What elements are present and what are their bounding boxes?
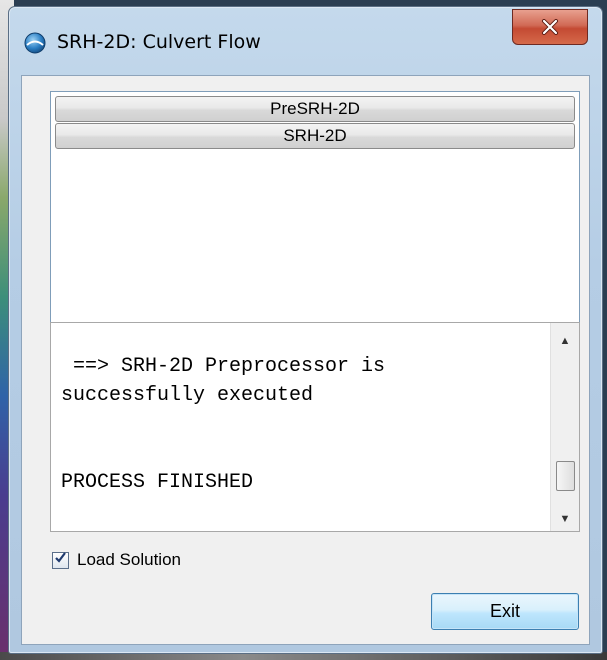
dialog-window: SRH-2D: Culvert Flow PreSRH-2D SRH-2D ==… <box>8 6 603 654</box>
load-solution-label: Load Solution <box>77 550 181 569</box>
log-line: ==> SRH-2D Preprocessor is <box>61 355 386 378</box>
list-button-label: SRH-2D <box>283 126 347 145</box>
close-button[interactable] <box>512 9 588 45</box>
window-title: SRH-2D: Culvert Flow <box>57 31 261 53</box>
log-line: successfully executed <box>61 384 314 407</box>
list-button-label: PreSRH-2D <box>270 99 360 118</box>
globe-app-icon <box>24 32 46 54</box>
exit-button-label: Exit <box>489 601 520 621</box>
exit-button[interactable]: Exit <box>431 593 579 630</box>
output-log[interactable]: ==> SRH-2D Preprocessor is successfully … <box>50 322 580 532</box>
log-scrollbar[interactable]: ▲ ▼ <box>550 323 579 531</box>
arrow-down-icon: ▼ <box>559 513 571 525</box>
scroll-down-button[interactable]: ▼ <box>551 507 579 531</box>
title-bar[interactable]: SRH-2D: Culvert Flow <box>9 7 602 75</box>
list-button-presrh2d[interactable]: PreSRH-2D <box>55 96 575 122</box>
load-solution-checkbox[interactable] <box>52 551 69 569</box>
load-solution-option[interactable]: Load Solution <box>52 548 181 572</box>
list-button-srh2d[interactable]: SRH-2D <box>55 123 575 149</box>
scroll-up-button[interactable]: ▲ <box>551 329 579 353</box>
output-log-text: ==> SRH-2D Preprocessor is successfully … <box>61 323 541 529</box>
dialog-client-area: PreSRH-2D SRH-2D ==> SRH-2D Preprocessor… <box>21 75 590 645</box>
process-list: PreSRH-2D SRH-2D <box>50 91 580 323</box>
scroll-thumb[interactable] <box>556 461 575 491</box>
close-x-icon <box>541 19 559 35</box>
arrow-up-icon: ▲ <box>559 335 571 347</box>
log-line: PROCESS FINISHED <box>61 471 254 494</box>
checkmark-icon <box>54 551 67 569</box>
